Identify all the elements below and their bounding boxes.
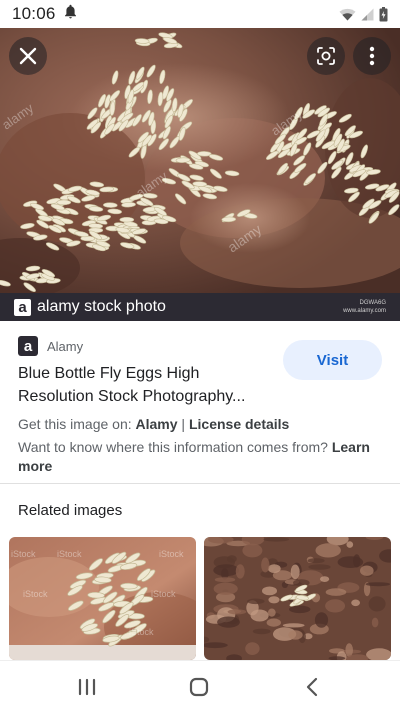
system-navigation-bar (0, 660, 400, 712)
back-button[interactable] (300, 675, 324, 699)
divider (0, 483, 400, 484)
banner-ref-site: www.alamy.com (343, 308, 386, 314)
image-viewer[interactable]: alamy alamy alamy alamy (0, 28, 400, 293)
thumbnail-watermark: iStock (11, 549, 36, 559)
get-image-line: Get this image on: Alamy | License detai… (18, 416, 289, 432)
related-image-1: iStock iStock iStock iStock iStock iStoc… (9, 537, 196, 660)
more-options-button[interactable] (353, 37, 391, 75)
recents-button[interactable] (75, 675, 99, 699)
home-button[interactable] (187, 675, 211, 699)
banner-text: alamy stock photo (37, 298, 166, 315)
visit-button[interactable]: Visit (283, 340, 382, 380)
status-time: 10:06 (12, 4, 56, 23)
battery-icon (379, 6, 388, 22)
image-title-line: Blue Bottle Fly Eggs High (18, 365, 200, 382)
back-icon (306, 677, 318, 697)
info-source-note: Want to know where this information come… (18, 438, 384, 476)
related-images-heading: Related images (18, 502, 123, 519)
banner-ref-code: DGWA6G (359, 300, 386, 306)
close-button[interactable] (9, 37, 47, 75)
thumbnail-watermark: iStock (57, 549, 82, 559)
wifi-icon (339, 8, 356, 21)
license-details-link[interactable]: License details (189, 416, 289, 432)
related-image-2 (204, 537, 391, 660)
get-image-separator: | (177, 416, 189, 432)
thumbnail-watermark: iStock (129, 627, 154, 637)
notification-bell-icon (64, 4, 77, 24)
get-image-source-link[interactable]: Alamy (136, 416, 178, 432)
related-image-thumbnail[interactable]: iStock iStock iStock iStock iStock iStoc… (9, 537, 196, 660)
banner-reference: DGWA6G www.alamy.com (343, 299, 386, 315)
source-name: Alamy (47, 338, 84, 354)
image-title[interactable]: Blue Bottle Fly Eggs High Resolution Sto… (18, 362, 278, 408)
status-bar: 10:06 (0, 0, 400, 28)
signal-icon (361, 8, 374, 21)
alamy-logo-icon: a (14, 298, 31, 316)
source-logo-icon: a (18, 336, 38, 356)
lens-icon (317, 47, 335, 65)
info-source-text: Want to know where this information come… (18, 439, 332, 455)
home-icon (189, 677, 209, 697)
thumbnail-watermark: iStock (159, 549, 184, 559)
recents-icon (78, 678, 96, 696)
source-row[interactable]: a Alamy (18, 336, 83, 356)
close-icon (19, 47, 37, 65)
alamy-banner: a alamy stock photo DGWA6G www.alamy.com (0, 293, 400, 321)
get-image-prefix: Get this image on: (18, 416, 136, 432)
more-vert-icon (369, 46, 375, 66)
image-title-line: Resolution Stock Photography... (18, 388, 246, 405)
thumbnail-watermark: iStock (151, 589, 176, 599)
related-image-thumbnail[interactable] (204, 537, 391, 660)
lens-button[interactable] (307, 37, 345, 75)
thumbnail-watermark: iStock (23, 589, 48, 599)
